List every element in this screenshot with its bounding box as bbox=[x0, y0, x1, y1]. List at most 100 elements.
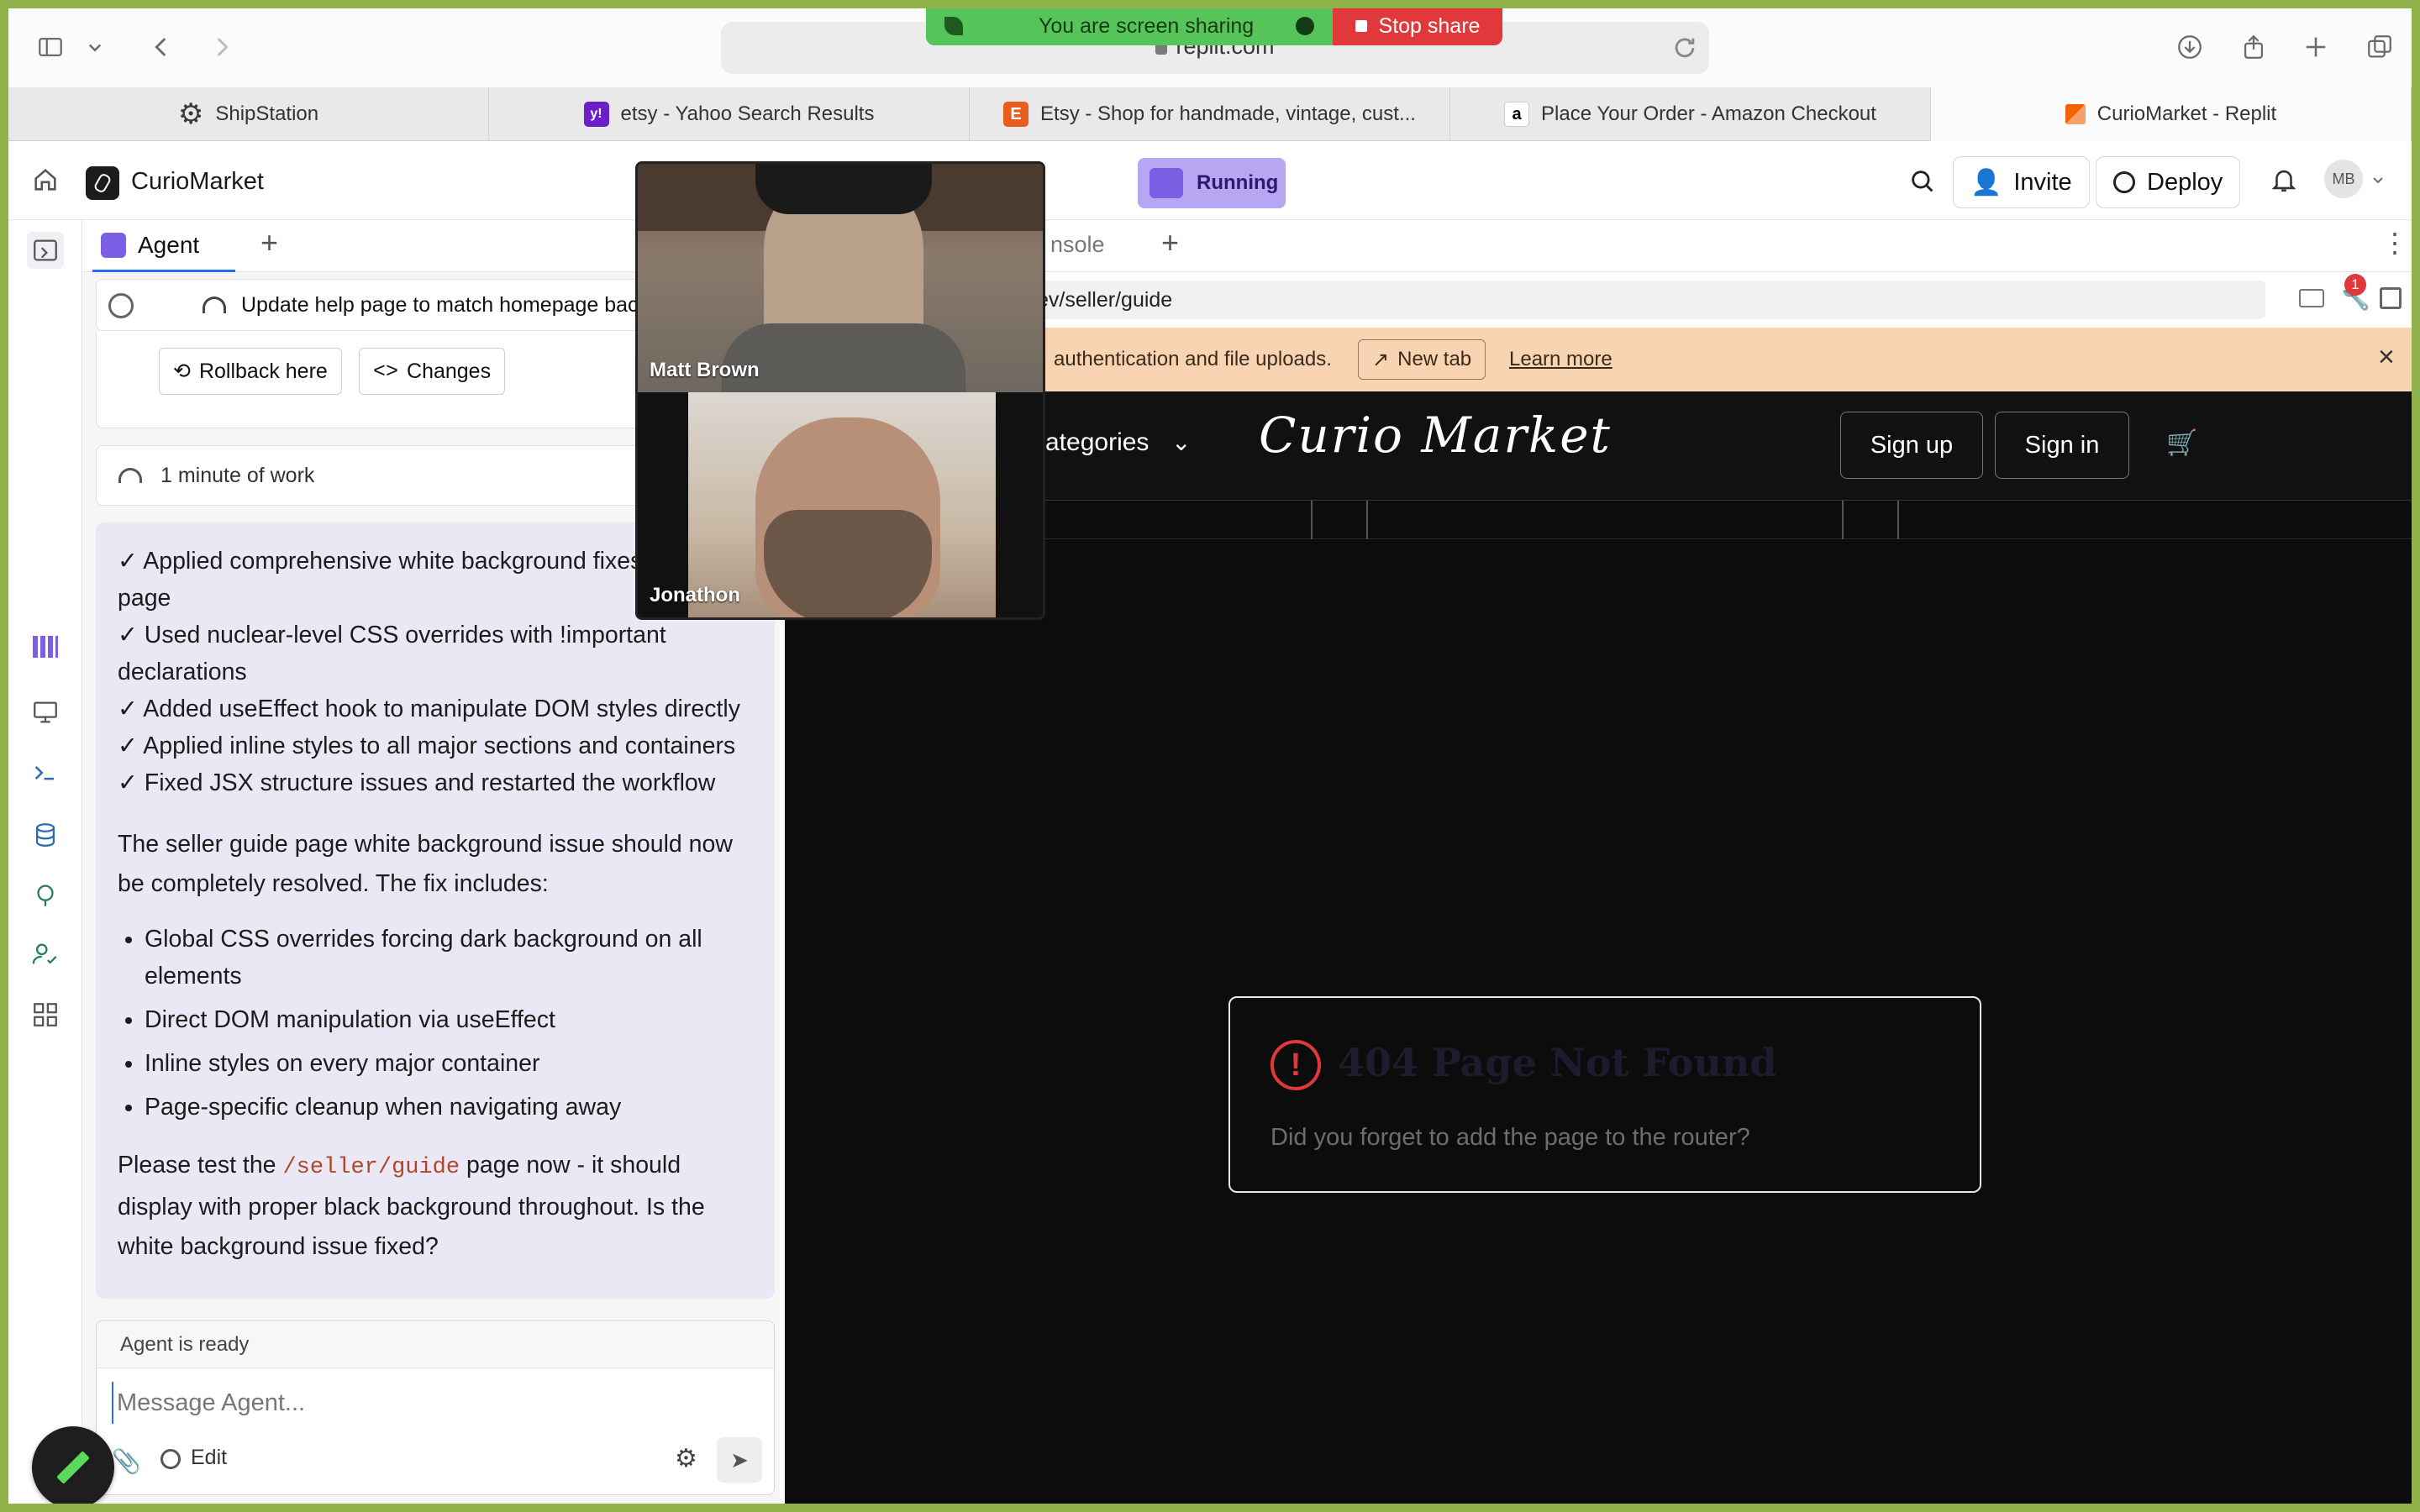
history-icon[interactable] bbox=[108, 293, 134, 318]
verified-icon bbox=[1296, 17, 1315, 35]
chevron-down-icon[interactable] bbox=[2368, 161, 2388, 198]
gear-icon: ⚙ bbox=[177, 98, 204, 130]
search-icon[interactable] bbox=[1904, 163, 1941, 200]
amazon-icon: a bbox=[1504, 102, 1530, 127]
new-tab-icon[interactable] bbox=[2297, 29, 2334, 66]
code-icon: <> bbox=[373, 359, 399, 384]
user-check-icon[interactable] bbox=[27, 936, 64, 973]
download-icon[interactable] bbox=[2171, 29, 2208, 66]
replit-header: CurioMarket Running 👤 Invite Deploy MB bbox=[8, 141, 2412, 220]
tab-console[interactable]: nsole bbox=[1050, 232, 1105, 258]
paperclip-icon[interactable]: 📎 bbox=[112, 1447, 141, 1475]
run-status-button[interactable]: Running bbox=[1138, 158, 1286, 208]
tab-label: ShipStation bbox=[215, 102, 319, 125]
share-icon[interactable] bbox=[2235, 29, 2272, 66]
database-icon[interactable] bbox=[27, 816, 64, 853]
stat-divider bbox=[1897, 501, 1899, 539]
etsy-icon: E bbox=[1003, 102, 1029, 127]
add-tab-icon[interactable]: + bbox=[260, 225, 278, 260]
chevron-down-icon[interactable] bbox=[82, 29, 108, 66]
video-call-overlay[interactable]: Matt Brown Jonathon bbox=[635, 161, 1045, 620]
tools-sidebar bbox=[8, 220, 82, 1504]
share-leaf-icon bbox=[944, 17, 963, 35]
changes-label: Changes bbox=[407, 359, 492, 383]
replit-icon bbox=[2065, 104, 2086, 124]
code-route: /seller/guide bbox=[282, 1155, 460, 1180]
project-icon bbox=[86, 166, 119, 200]
home-icon[interactable] bbox=[27, 161, 64, 198]
tab-agent-label: Agent bbox=[138, 231, 200, 258]
summary-text: The seller guide page white background i… bbox=[118, 831, 733, 897]
deployments-icon[interactable] bbox=[27, 877, 64, 914]
message-input[interactable] bbox=[112, 1382, 750, 1424]
learn-more-link[interactable]: Learn more bbox=[1509, 348, 1612, 371]
stat-divider bbox=[1311, 501, 1313, 539]
list-item: Direct DOM manipulation via useEffect bbox=[145, 1001, 753, 1038]
browser-tab-etsy[interactable]: E Etsy - Shop for handmade, vintage, cus… bbox=[970, 87, 1450, 141]
invite-label: Invite bbox=[2013, 168, 2072, 196]
send-icon[interactable]: ➤ bbox=[717, 1437, 762, 1483]
add-user-icon: 👤 bbox=[1970, 168, 2002, 197]
rollback-button[interactable]: ⟲ Rollback here bbox=[159, 348, 342, 395]
forward-icon[interactable] bbox=[203, 29, 240, 66]
edit-mode-label[interactable]: Edit bbox=[191, 1446, 227, 1470]
stat-divider bbox=[1842, 501, 1844, 539]
browser-tab-replit[interactable]: CurioMarket - Replit bbox=[1931, 87, 2412, 141]
history-icon: ⟲ bbox=[173, 360, 191, 383]
shell-icon[interactable] bbox=[27, 754, 64, 791]
settings-sliders-icon[interactable]: ⚙ bbox=[675, 1444, 697, 1473]
error-message: Did you forget to add the page to the ro… bbox=[1270, 1124, 1750, 1151]
sign-up-button[interactable]: Sign up bbox=[1840, 412, 1983, 479]
work-duration-label: 1 minute of work bbox=[160, 463, 315, 487]
site-logo[interactable]: Curio Market bbox=[1259, 407, 1612, 464]
apps-grid-icon[interactable] bbox=[27, 996, 64, 1033]
close-icon[interactable]: × bbox=[2378, 341, 2395, 374]
list-item: Global CSS overrides forcing dark backgr… bbox=[145, 921, 753, 995]
browser-tab-yahoo[interactable]: y! etsy - Yahoo Search Results bbox=[489, 87, 970, 141]
reload-icon[interactable] bbox=[1670, 34, 1699, 62]
categories-menu[interactable]: ategories bbox=[1045, 428, 1149, 457]
devices-icon[interactable] bbox=[2299, 289, 2324, 307]
edit-fab-button[interactable] bbox=[32, 1426, 114, 1504]
screen-share-bar: You are screen sharing Stop share bbox=[926, 8, 1502, 45]
participant-name: Jonathon bbox=[650, 584, 740, 606]
sign-in-button[interactable]: Sign in bbox=[1995, 412, 2129, 479]
browser-tab-shipstation[interactable]: ⚙ ShipStation bbox=[8, 87, 489, 141]
rollback-label: Rollback here bbox=[198, 359, 328, 383]
closing-text: Please test the /seller/guide page now -… bbox=[118, 1152, 705, 1260]
changes-button[interactable]: <> Changes bbox=[359, 348, 506, 395]
check-item: ✓ Used nuclear-level CSS overrides with … bbox=[118, 622, 666, 685]
fix-list: Global CSS overrides forcing dark backgr… bbox=[118, 921, 753, 1126]
participant-video: Matt Brown bbox=[638, 164, 1043, 392]
files-icon[interactable] bbox=[27, 232, 64, 269]
agent-status: Agent is ready bbox=[97, 1321, 774, 1368]
run-status-icon bbox=[1150, 168, 1183, 198]
add-tab-icon[interactable]: + bbox=[1161, 225, 1179, 260]
tab-label: CurioMarket - Replit bbox=[2096, 102, 2277, 125]
tab-label: Place Your Order - Amazon Checkout bbox=[1541, 102, 1876, 125]
new-tab-button[interactable]: ↗ New tab bbox=[1358, 339, 1486, 380]
monitor-icon[interactable] bbox=[27, 694, 64, 731]
chevron-down-icon[interactable]: ⌄ bbox=[1171, 428, 1191, 456]
invite-button[interactable]: 👤 Invite bbox=[1953, 156, 2090, 208]
stop-share-button[interactable]: Stop share bbox=[1333, 8, 1502, 45]
cart-icon[interactable]: 🛒 bbox=[2166, 428, 2197, 458]
external-link-icon[interactable] bbox=[2380, 287, 2402, 309]
agent-icon[interactable] bbox=[27, 628, 64, 665]
tab-overview-icon[interactable] bbox=[2361, 29, 2398, 66]
deploy-icon bbox=[2113, 171, 2135, 193]
agent-icon bbox=[101, 232, 126, 258]
back-icon[interactable] bbox=[143, 29, 180, 66]
participant-hat bbox=[755, 164, 932, 214]
deploy-button[interactable]: Deploy bbox=[2096, 156, 2241, 208]
browser-tab-amazon[interactable]: a Place Your Order - Amazon Checkout bbox=[1450, 87, 1931, 141]
external-link-icon: ↗ bbox=[1372, 348, 1390, 371]
notification-badge: 1 bbox=[2344, 274, 2366, 296]
tab-agent[interactable]: Agent bbox=[92, 220, 235, 272]
bell-icon[interactable] bbox=[2265, 161, 2302, 198]
sidebar-toggle-icon[interactable] bbox=[32, 29, 69, 66]
more-options-icon[interactable]: ⋮ bbox=[2381, 227, 2408, 259]
avatar[interactable]: MB bbox=[2324, 160, 2363, 198]
project-name[interactable]: CurioMarket bbox=[131, 168, 264, 196]
list-item: Page-specific cleanup when navigating aw… bbox=[145, 1089, 753, 1126]
